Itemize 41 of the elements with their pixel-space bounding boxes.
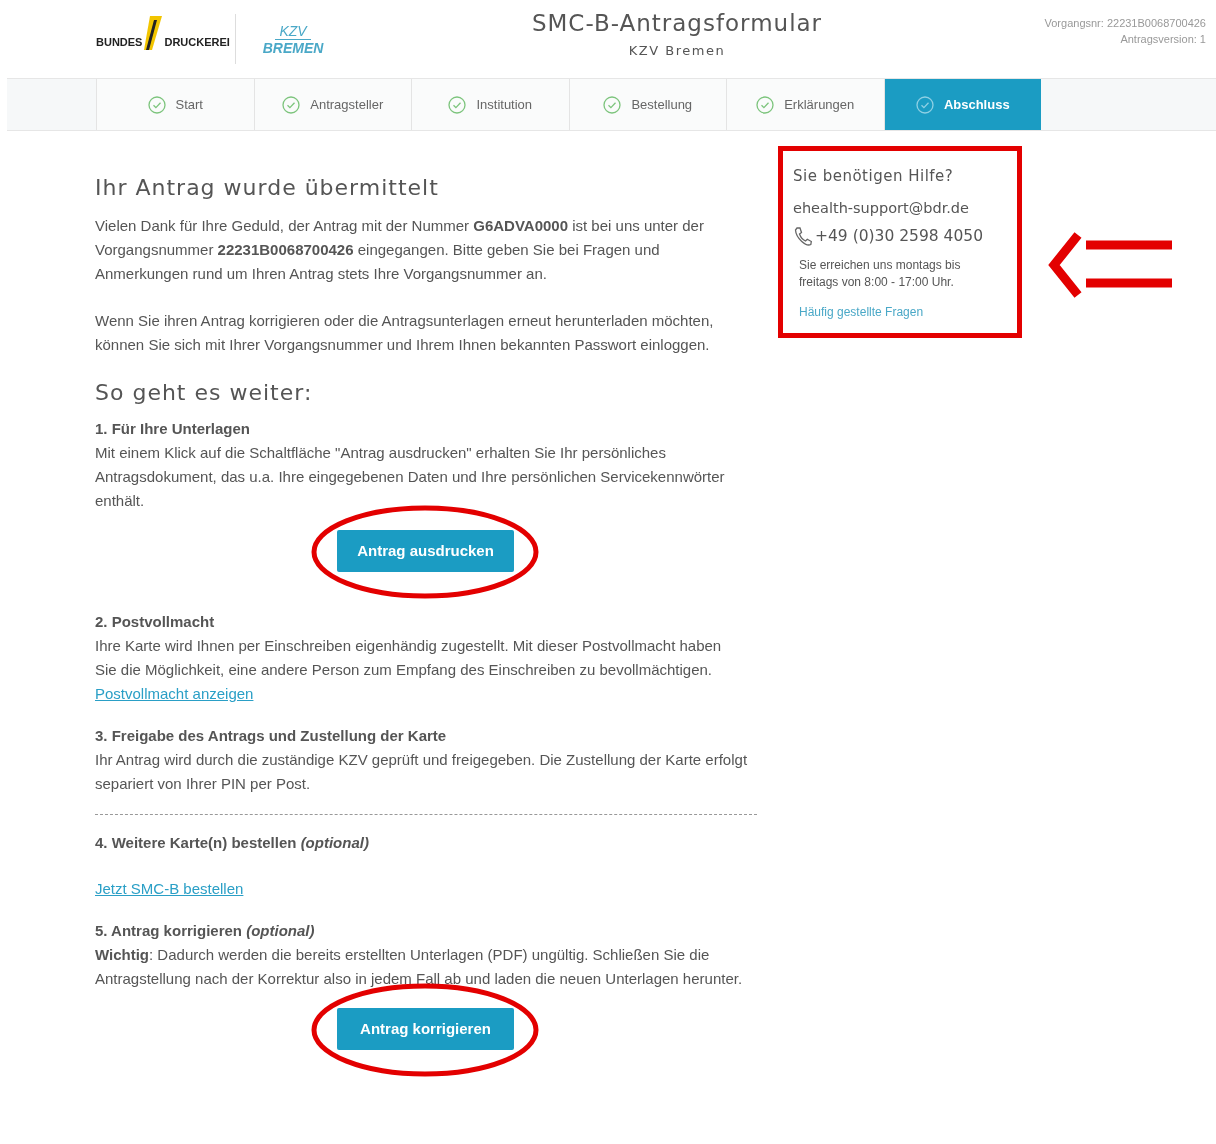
check-circle-icon [448,95,467,114]
logo: BUNDES DRUCKEREI [96,14,236,64]
phone-icon [793,225,813,248]
step-tab[interactable]: Start [96,79,254,130]
step-text: Ihre Karte wird Ihnen per Einschreiben eigenhändig zugestellt. Mit dieser Postvollmacht haben Sie die Möglichkeit, eine andere Person zum Empfang des Einschreiben zu bevollmächtigen. [95,636,723,680]
step-tab[interactable]: Bestellung [568,79,726,130]
step-text: Mit einem Klick auf die Schaltfläche "Antrag ausdrucken" erhalten Sie Ihr persönliches Antragsdokument, das u.a. Ihre eingegebenen Daten und Ihre persönlichen Servicekennwörter enthält. [95,443,726,511]
help-title: Sie benötigen Hilfe? [793,166,955,187]
action-button[interactable]: Antrag ausdrucken [337,530,514,572]
step-tab[interactable]: Institution [411,79,569,130]
check-circle-icon [915,95,934,114]
section-heading: Ihr Antrag wurde übermittelt [95,176,440,200]
action-button[interactable]: Antrag korrigieren [337,1008,514,1050]
page-subtitle: KZV Bremen [628,41,726,60]
paragraph: Wenn Sie ihren Antrag korrigieren oder die Antragsunterlagen erneut herunterladen möchten, können Sie sich mit Ihrer Vorgangsnummer und Ihrem Ihnen bekannten Passwort einloggen. [95,311,715,355]
help-email: ehealth-support@bdr.de [793,198,970,218]
help-phone: +49 (0)30 2598 4050 [815,226,984,248]
paragraph: Vielen Dank für Ihre Geduld, der Antrag mit der Nummer G6ADVA0000 ist bei uns unter der Vorgangsnummer 22231B0068700426 eingegangen. Bitte geben Sie bei Fragen und Anmerkungen rund um Ihren Antrag stets Ihre Vorgangsnummer an. [95,216,705,284]
text-link[interactable]: Postvollmacht anzeigen [95,682,254,706]
logo: KZV BREMEN [261,22,325,56]
page-title: SMC-B-Antragsformular [531,9,823,38]
step-tab[interactable]: Antragsteller [253,79,411,130]
step-text: Ihr Antrag wird durch die zuständige KZV geprüft und freigegeben. Die Zustellung der Karte erfolgt separiert von Ihrer PIN per Post. [95,750,749,794]
step-text: Wichtig: Dadurch werden die bereits erstellten Unterlagen (PDF) ungültig. Schließen Sie die Antragstellung nach der Korrektur also in jedem Fall ab und laden die neuen Unterlagen herunter. [95,945,744,989]
step-tab[interactable]: Erklärungen [726,79,884,130]
step-title: 3. Freigabe des Antrags und Zustellung der Karte [95,726,448,746]
section-heading: So geht es weiter: [95,381,314,405]
step-title: 1. Für Ihre Unterlagen [95,419,252,439]
text-link[interactable]: Jetzt SMC-B bestellen [95,877,244,901]
check-circle-icon [282,95,301,114]
check-circle-icon [603,95,622,114]
step-tab[interactable]: Abschluss [883,79,1041,130]
step-title: 5. Antrag korrigieren (optional) [95,921,316,941]
meta-text: Vorgangsnr: 22231B0068700426 [1044,15,1206,31]
faq-link[interactable]: Häufig gestellte Fragen [793,304,930,319]
help-hours: Sie erreichen uns montags bis freitags von 8:00 - 17:00 Uhr. [798,256,962,291]
check-circle-icon [756,95,775,114]
step-title: 2. Postvollmacht [95,612,216,632]
meta-text: Antragsversion: 1 [1120,32,1206,47]
step-title: 4. Weitere Karte(n) bestellen (optional) [95,833,370,853]
check-circle-icon [147,95,166,114]
